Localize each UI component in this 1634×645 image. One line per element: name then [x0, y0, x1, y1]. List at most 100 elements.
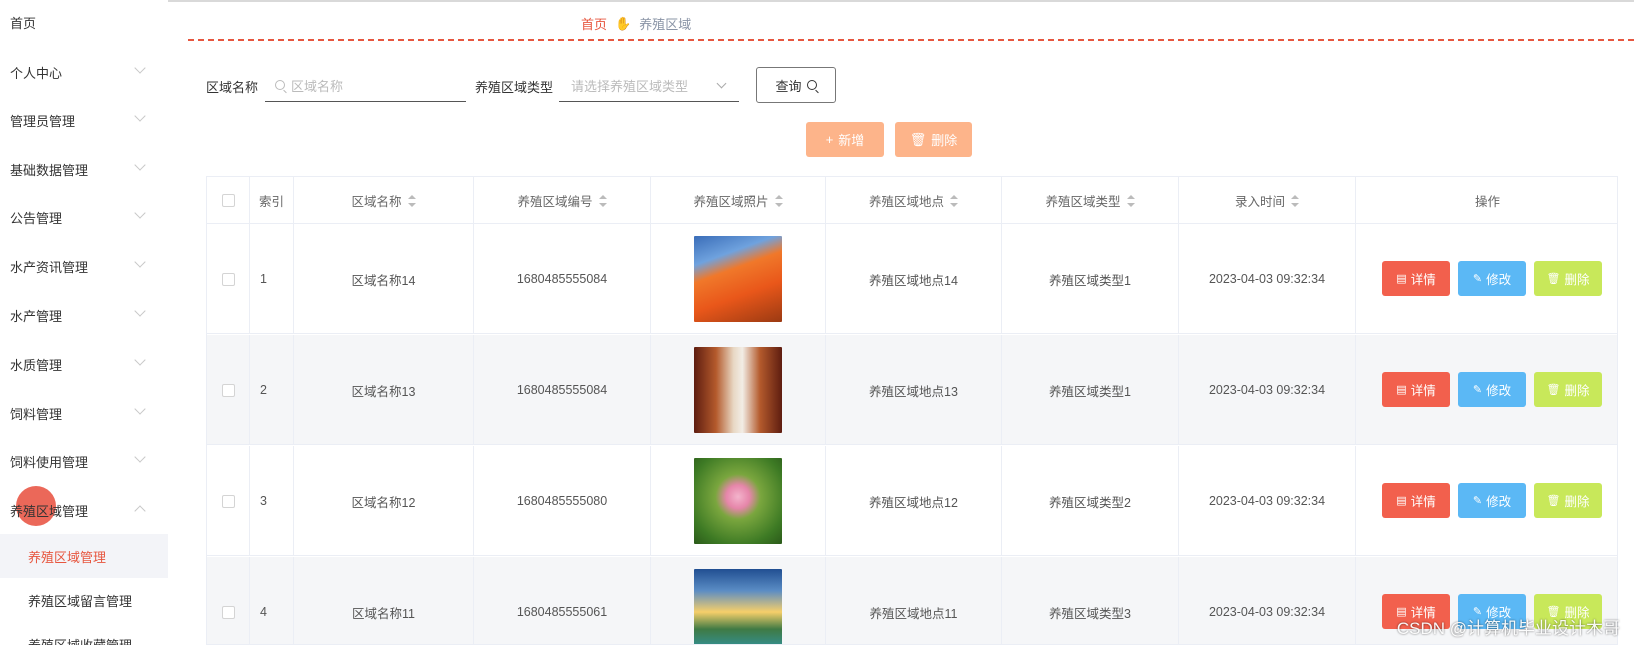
- sidebar-item-admin[interactable]: 管理员管理: [0, 102, 168, 138]
- sort-icon[interactable]: [774, 194, 783, 207]
- sidebar-subitem-breeding-area-favorites[interactable]: 养殖区域收藏管理: [0, 622, 168, 645]
- header-time[interactable]: 录入时间: [1179, 177, 1356, 224]
- sidebar-item-feed-usage[interactable]: 饲料使用管理: [0, 443, 168, 479]
- trash-icon: 🗑: [1546, 384, 1561, 396]
- sidebar-item-home[interactable]: 首页: [0, 4, 168, 40]
- chevron-down-icon: [716, 78, 727, 89]
- edit-button[interactable]: ✎ 修改: [1458, 372, 1526, 407]
- cell-location: 养殖区域地点13: [826, 335, 1002, 445]
- area-photo[interactable]: [694, 458, 782, 544]
- area-name-placeholder: 区域名称: [291, 78, 344, 94]
- search-icon: [275, 80, 285, 90]
- sidebar-item-water-quality[interactable]: 水质管理: [0, 346, 168, 382]
- chevron-down-icon: [134, 62, 146, 74]
- sidebar-item-label: 水产资讯管理: [10, 259, 89, 275]
- header-index: 索引: [250, 177, 294, 224]
- header-type[interactable]: 养殖区域类型: [1002, 177, 1179, 224]
- cell-type: 养殖区域类型1: [1002, 224, 1179, 334]
- pencil-icon: ✎: [1472, 495, 1483, 507]
- sidebar-item-aquatic[interactable]: 水产管理: [0, 297, 168, 333]
- cell-time: 2023-04-03 09:32:34: [1179, 557, 1356, 644]
- cell-time: 2023-04-03 09:32:34: [1179, 224, 1356, 334]
- cell-photo: [651, 446, 826, 556]
- sort-icon[interactable]: [407, 194, 416, 207]
- area-photo[interactable]: [694, 569, 782, 644]
- chevron-down-icon: [134, 159, 146, 171]
- row-checkbox[interactable]: [221, 494, 235, 508]
- detail-label: 详情: [1410, 384, 1436, 398]
- delete-button[interactable]: 🗑 删除: [1534, 261, 1602, 296]
- trash-icon: 🗑: [909, 131, 927, 147]
- cell-photo: [651, 224, 826, 334]
- header-name[interactable]: 区域名称: [294, 177, 474, 224]
- hand-icon: ✋: [615, 15, 632, 31]
- area-photo[interactable]: [694, 347, 782, 433]
- cell-photo: [651, 557, 826, 644]
- header-type-label: 养殖区域类型: [1045, 195, 1121, 209]
- cell-location: 养殖区域地点14: [826, 224, 1002, 334]
- delete-button[interactable]: 🗑 删除: [1534, 483, 1602, 518]
- sidebar-item-label: 管理员管理: [10, 113, 76, 129]
- detail-button[interactable]: ▤ 详情: [1382, 372, 1450, 407]
- row-checkbox[interactable]: [221, 272, 235, 286]
- row-checkbox[interactable]: [221, 605, 235, 619]
- trash-icon: 🗑: [1546, 273, 1561, 285]
- row-checkbox[interactable]: [221, 383, 235, 397]
- batch-delete-button[interactable]: 🗑 删除: [895, 122, 972, 157]
- edit-button[interactable]: ✎ 修改: [1458, 261, 1526, 296]
- plus-icon: +: [825, 132, 834, 147]
- chevron-down-icon: [134, 451, 146, 463]
- sidebar-item-label: 饲料使用管理: [10, 454, 89, 470]
- sidebar-item-personal-center[interactable]: 个人中心: [0, 54, 168, 90]
- detail-label: 详情: [1410, 495, 1436, 509]
- cell-code: 1680485555084: [474, 224, 651, 334]
- chevron-down-icon: [134, 354, 146, 366]
- header-ops: 操作: [1356, 177, 1617, 224]
- sort-icon[interactable]: [598, 194, 607, 207]
- area-name-input[interactable]: 区域名称: [265, 69, 466, 102]
- row-select-cell: [207, 446, 250, 556]
- cell-time: 2023-04-03 09:32:34: [1179, 446, 1356, 556]
- sidebar-item-notice[interactable]: 公告管理: [0, 199, 168, 235]
- add-button[interactable]: + 新增: [806, 122, 884, 157]
- breadcrumb-current: 养殖区域: [639, 17, 692, 32]
- sort-icon[interactable]: [1126, 194, 1135, 207]
- sidebar-item-basic-data[interactable]: 基础数据管理: [0, 151, 168, 187]
- sidebar-item-label: 水产管理: [10, 308, 63, 324]
- sidebar-subitem-breeding-area[interactable]: 养殖区域管理: [0, 534, 168, 578]
- sort-icon[interactable]: [1291, 194, 1299, 207]
- sidebar-item-aquatic-news[interactable]: 水产资讯管理: [0, 248, 168, 284]
- sidebar-item-breeding-area[interactable]: 养殖区域管理: [0, 492, 168, 528]
- cell-ops: ▤ 详情 ✎ 修改 🗑 删除: [1356, 446, 1617, 556]
- edit-button[interactable]: ✎ 修改: [1458, 483, 1526, 518]
- sidebar-item-label: 首页: [10, 15, 37, 31]
- area-type-label: 养殖区域类型: [475, 80, 554, 95]
- cell-index: 3: [250, 446, 294, 556]
- chevron-down-icon: [134, 110, 146, 122]
- sidebar-item-label: 养殖区域管理: [10, 503, 89, 519]
- sidebar-item-feed[interactable]: 饲料管理: [0, 395, 168, 431]
- header-photo[interactable]: 养殖区域照片: [651, 177, 826, 224]
- sidebar-item-label: 个人中心: [10, 65, 63, 81]
- pencil-icon: ✎: [1472, 384, 1483, 396]
- delete-button[interactable]: 🗑 删除: [1534, 372, 1602, 407]
- sidebar-item-label: 公告管理: [10, 210, 63, 226]
- sidebar-subitem-breeding-area-messages[interactable]: 养殖区域留言管理: [0, 578, 168, 622]
- detail-button[interactable]: ▤ 详情: [1382, 261, 1450, 296]
- area-type-select[interactable]: 请选择养殖区域类型: [559, 69, 739, 102]
- header-name-label: 区域名称: [351, 195, 402, 209]
- sort-icon[interactable]: [950, 194, 958, 207]
- pencil-icon: ✎: [1472, 273, 1483, 285]
- select-all-checkbox[interactable]: [221, 194, 235, 207]
- cell-time: 2023-04-03 09:32:34: [1179, 335, 1356, 445]
- detail-button[interactable]: ▤ 详情: [1382, 483, 1450, 518]
- query-button[interactable]: 查询: [756, 67, 836, 103]
- header-location[interactable]: 养殖区域地点: [826, 177, 1002, 224]
- sidebar-subitem-label: 养殖区域留言管理: [28, 593, 133, 609]
- header-code-label: 养殖区域编号: [517, 195, 593, 209]
- header-code[interactable]: 养殖区域编号: [474, 177, 651, 224]
- cell-index: 2: [250, 335, 294, 445]
- area-photo[interactable]: [694, 236, 782, 322]
- breadcrumb-home[interactable]: 首页: [581, 14, 607, 33]
- select-all-cell: [207, 177, 250, 224]
